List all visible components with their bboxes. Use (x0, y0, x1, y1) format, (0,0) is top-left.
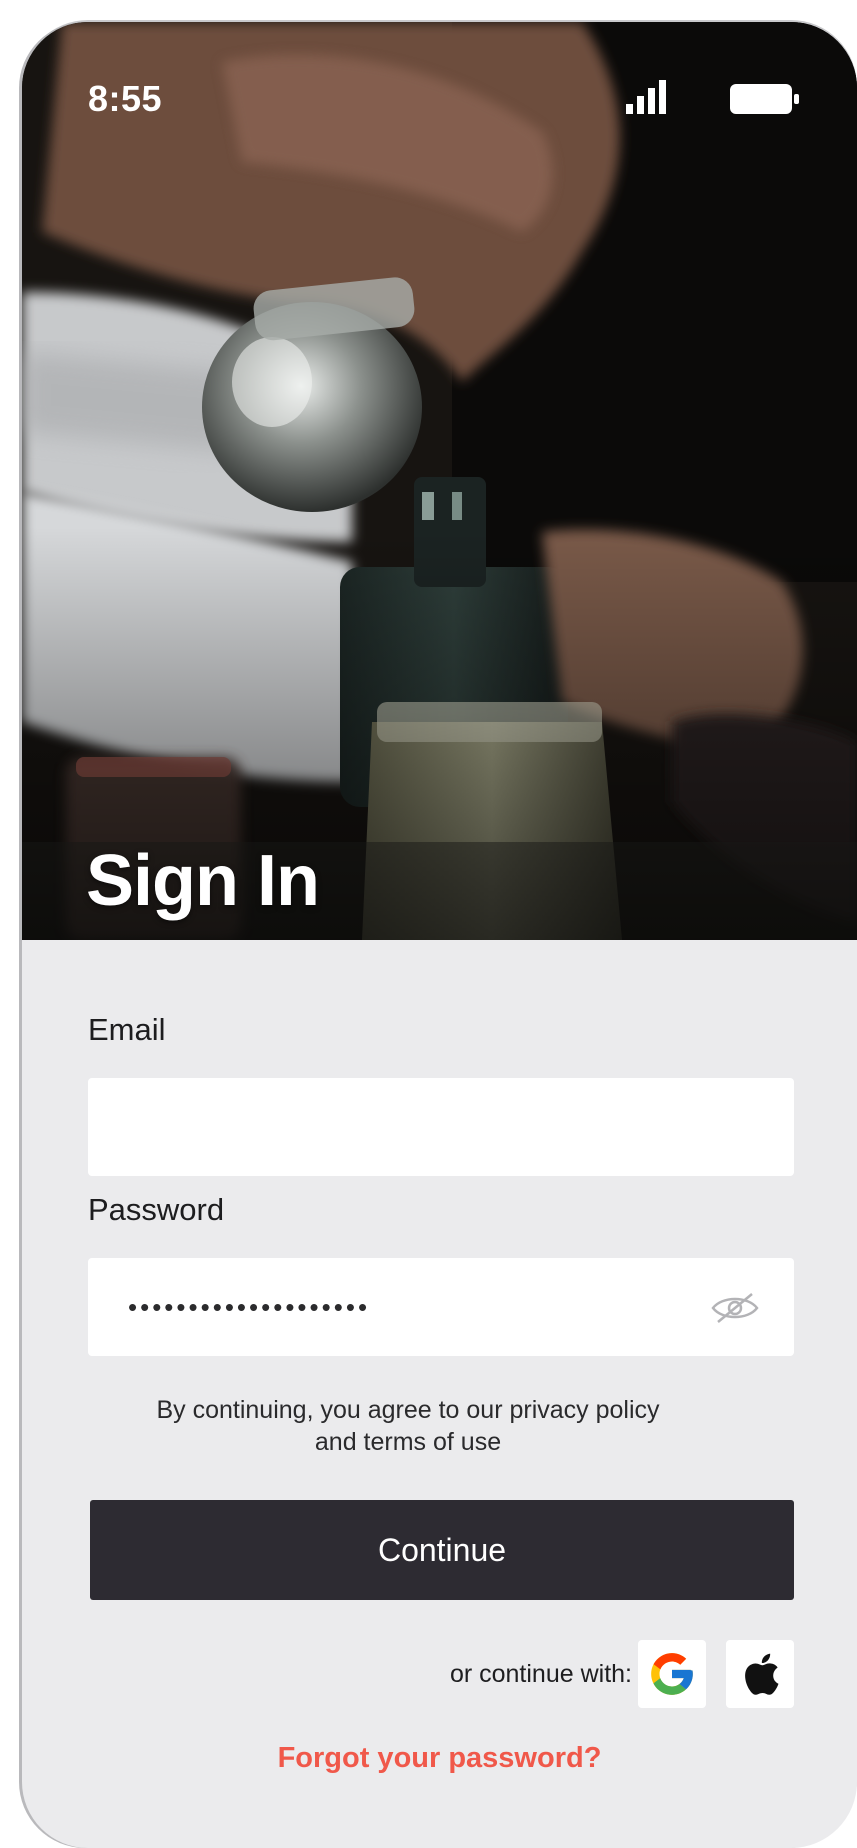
or-continue-with-label: or continue with: (449, 1660, 632, 1688)
hero-image: 8:55 Sign In (22, 22, 857, 940)
password-label: Password (88, 1192, 225, 1227)
google-icon (651, 1653, 693, 1695)
apple-sign-in-button[interactable] (726, 1640, 794, 1708)
password-field[interactable] (88, 1258, 794, 1356)
page-title: Sign In (86, 841, 320, 921)
google-sign-in-button[interactable] (638, 1640, 706, 1708)
phone-frame: 8:55 Sign In Email Password By continuin… (22, 22, 857, 1848)
forgot-password-link[interactable]: Forgot your password? (22, 1742, 857, 1775)
battery-icon (730, 84, 799, 114)
hero-photo (22, 22, 857, 940)
cellular-signal-icon (626, 80, 666, 114)
continue-button[interactable]: Continue (90, 1500, 794, 1600)
email-label: Email (88, 1012, 166, 1047)
terms-line-1: By continuing, you agree to our privacy … (156, 1396, 660, 1424)
status-time: 8:55 (88, 78, 163, 119)
email-field[interactable] (88, 1078, 794, 1176)
apple-icon (745, 1653, 779, 1695)
terms-line-2: and terms of use (314, 1428, 502, 1456)
eye-off-icon[interactable] (710, 1290, 760, 1326)
terms-notice: By continuing, you agree to our privacy … (88, 1394, 728, 1458)
sign-in-form: Email Password By continuing, you agree … (22, 940, 857, 1848)
